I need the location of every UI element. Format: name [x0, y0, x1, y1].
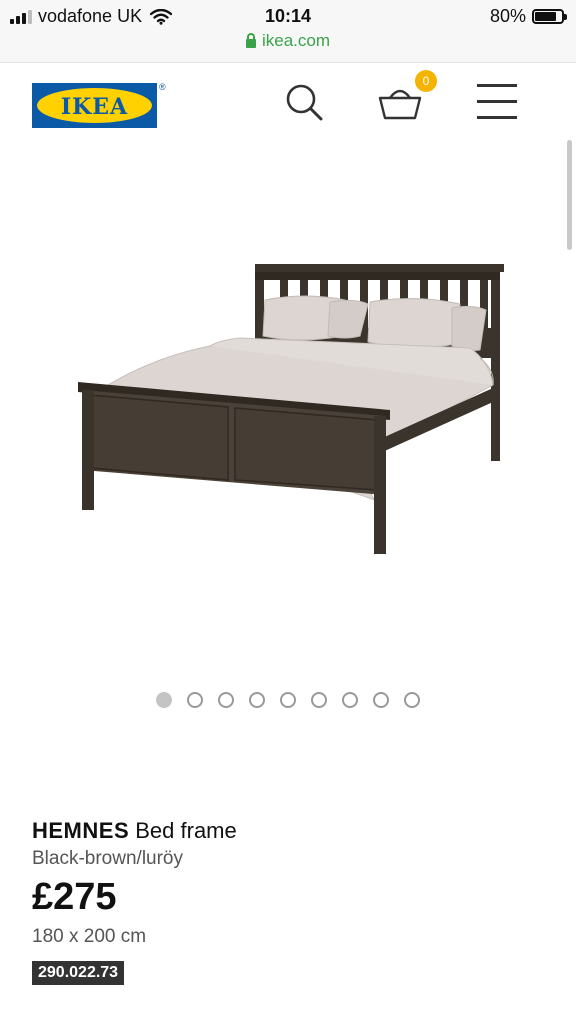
address-bar[interactable]: ikea.com — [0, 31, 576, 51]
ikea-logo[interactable]: IKEA — [32, 83, 157, 128]
carousel-dots — [0, 692, 576, 708]
battery-icon — [532, 9, 567, 24]
product-title: HEMNES Bed frame — [32, 818, 237, 844]
carousel-dot[interactable] — [373, 692, 389, 708]
carousel-dot[interactable] — [404, 692, 420, 708]
carousel-dot[interactable] — [311, 692, 327, 708]
registered-mark: ® — [159, 82, 166, 92]
basket-icon[interactable] — [378, 82, 422, 122]
lock-icon — [245, 32, 256, 48]
product-size: 180 x 200 cm — [32, 926, 147, 947]
article-number: 290.022.73 — [32, 961, 125, 985]
logo-text: IKEA — [60, 94, 129, 120]
battery-status: 80% — [489, 6, 567, 27]
carousel-dot[interactable] — [187, 692, 203, 708]
carousel-dot[interactable] — [156, 692, 172, 708]
url-text: ikea.com — [261, 31, 331, 50]
status-bar: vodafone UK 10:14 80% ikea.com — [0, 0, 576, 63]
product-image[interactable] — [60, 240, 520, 570]
carousel-dot[interactable] — [218, 692, 234, 708]
product-type: Bed frame — [135, 818, 237, 843]
product-variant: Black-brown/luröy — [32, 848, 183, 869]
scrollbar[interactable] — [567, 140, 572, 250]
battery-percent: 80% — [489, 6, 526, 26]
cart-count-badge: 0 — [415, 70, 437, 92]
product-name: HEMNES — [32, 818, 130, 843]
menu-icon[interactable] — [477, 84, 517, 119]
carousel-dot[interactable] — [249, 692, 265, 708]
carousel-dot[interactable] — [280, 692, 296, 708]
carousel-dot[interactable] — [342, 692, 358, 708]
search-icon[interactable] — [284, 82, 324, 122]
product-price: £275 — [32, 876, 117, 918]
